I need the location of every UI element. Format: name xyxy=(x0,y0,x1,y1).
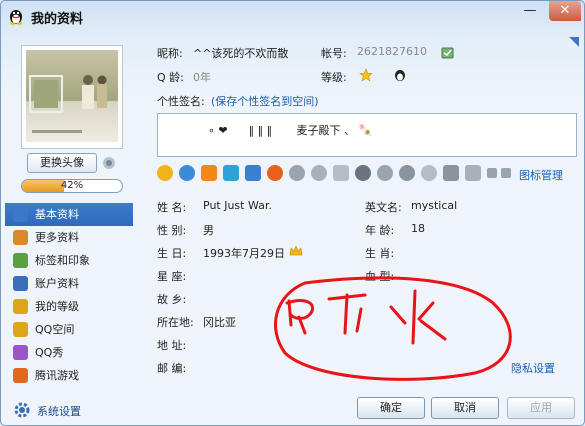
qq-music-icon[interactable] xyxy=(245,165,261,181)
sidebar-item-label: QQ秀 xyxy=(35,346,64,359)
signature-label: 个性签名: xyxy=(157,95,205,108)
sidebar-item-1[interactable]: 更多资料 xyxy=(5,226,133,249)
qzone-icon xyxy=(13,322,28,337)
location-label: 所在地: xyxy=(157,316,194,329)
save-signature-link[interactable]: (保存个性签名到空间) xyxy=(211,93,319,109)
qq-diamond-icon[interactable] xyxy=(421,165,437,181)
zip-label: 邮 编: xyxy=(157,362,187,375)
sidebar-item-5[interactable]: QQ空间 xyxy=(5,318,133,341)
birthday-label: 生 日: xyxy=(157,247,187,260)
profile-window: 我的资料 — ✕ 更换头像 42% 基本资料更多资料标签和印象账户资料我的等级 Q… xyxy=(0,0,585,426)
qq-mail-icon[interactable] xyxy=(201,165,217,181)
location-value[interactable]: 冈比亚 xyxy=(203,314,236,330)
qq-game-icon[interactable] xyxy=(267,165,283,181)
qq-pai-icon[interactable] xyxy=(399,165,415,181)
sidebar-item-label: QQ空间 xyxy=(35,323,75,336)
tag-icon xyxy=(13,253,28,268)
account-value: 2621827610 xyxy=(357,45,427,58)
crown-icon xyxy=(13,299,28,314)
star-icon[interactable] xyxy=(359,68,373,82)
scroll-left-icon[interactable] xyxy=(487,168,497,178)
sidebar-nav: 基本资料更多资料标签和印象账户资料我的等级 QQ空间 QQ秀腾讯游戏 xyxy=(5,203,133,387)
english-name-value[interactable]: mystical xyxy=(411,199,457,212)
sidebar-item-0[interactable]: 基本资料 xyxy=(5,203,133,226)
sidebar-item-label: 更多资料 xyxy=(35,231,79,244)
sidebar-item-2[interactable]: 标签和印象 xyxy=(5,249,133,272)
qq-chat-icon[interactable] xyxy=(311,165,327,181)
hometown-label: 故 乡: xyxy=(157,293,187,306)
cancel-button[interactable]: 取消 xyxy=(431,397,499,419)
qq-pet-icon[interactable] xyxy=(223,165,239,181)
privacy-settings-link[interactable]: 隐私设置 xyxy=(511,360,555,376)
nickname-value[interactable]: ^^该死的不欢而散 xyxy=(193,45,288,61)
sidebar-item-label: 腾讯游戏 xyxy=(35,369,79,382)
avatar[interactable] xyxy=(21,45,123,149)
qage-label: Q 龄: xyxy=(157,71,184,84)
crown-icon xyxy=(289,245,303,256)
qqshow-icon xyxy=(13,345,28,360)
penguin-level-icon[interactable] xyxy=(393,68,407,82)
gender-value[interactable]: 男 xyxy=(203,222,214,238)
profile-completion-bar: 42% xyxy=(21,179,123,193)
scroll-right-icon[interactable] xyxy=(501,168,511,178)
age-value[interactable]: 18 xyxy=(411,222,425,235)
blood-type-label: 血 型: xyxy=(365,270,395,283)
close-button[interactable]: ✕ xyxy=(549,1,581,21)
signature-box[interactable]: ∘ ❤ ‖ ‖ ‖ 麦子殿下 、 🍡 xyxy=(157,113,577,157)
sidebar-item-3[interactable]: 账户资料 xyxy=(5,272,133,295)
sidebar-item-label: 账户资料 xyxy=(35,277,79,290)
id-card-icon xyxy=(13,207,28,222)
completion-text: 42% xyxy=(60,180,84,191)
zodiac-label: 生 肖: xyxy=(365,247,395,260)
avatar-image xyxy=(26,50,118,142)
icon-manager-link[interactable]: 图标管理 xyxy=(519,167,563,183)
account-icon xyxy=(13,276,28,291)
camera-icon[interactable] xyxy=(101,155,117,171)
sidebar-item-4[interactable]: 我的等级 xyxy=(5,295,133,318)
birthday-value[interactable]: 1993年7月29日 xyxy=(203,245,285,261)
game-icon xyxy=(13,368,28,383)
apply-button[interactable]: 应用 xyxy=(507,397,575,419)
name-value[interactable]: Put Just War. xyxy=(203,199,272,212)
sidebar-item-label: 我的等级 xyxy=(35,300,79,313)
qq-safe-icon[interactable] xyxy=(443,165,459,181)
qq-penguin-icon xyxy=(10,10,22,25)
qage-value: 0年 xyxy=(193,71,211,84)
sidebar-item-6[interactable]: QQ秀 xyxy=(5,341,133,364)
change-avatar-button[interactable]: 更换头像 xyxy=(27,153,97,173)
qq-ball-icon[interactable] xyxy=(179,165,195,181)
nickname-label: 昵称: xyxy=(157,47,183,60)
ok-button[interactable]: 确定 xyxy=(357,397,425,419)
english-name-label: 英文名: xyxy=(365,201,402,214)
level-label: 等级: xyxy=(321,71,347,84)
signature-text: ∘ ❤ ‖ ‖ ‖ 麦子殿下 、 🍡 xyxy=(208,124,373,137)
age-label: 年 龄: xyxy=(365,224,395,237)
qq-penguin-icon[interactable] xyxy=(355,165,371,181)
qq-member-icon[interactable] xyxy=(157,165,173,181)
star-sign-label: 星 座: xyxy=(157,270,187,283)
profile-main: 昵称: ^^该死的不欢而散 帐号: 2621827610 Q 龄: 0年 等级:… xyxy=(147,35,579,393)
qq-mail2-icon[interactable] xyxy=(465,165,481,181)
gear-icon xyxy=(14,402,30,418)
titlebar: 我的资料 — ✕ xyxy=(1,1,584,31)
name-label: 姓 名: xyxy=(157,201,187,214)
sidebar-item-7[interactable]: 腾讯游戏 xyxy=(5,364,133,387)
gender-label: 性 别: xyxy=(157,224,187,237)
minimize-button[interactable]: — xyxy=(519,1,541,21)
sidebar-item-label: 标签和印象 xyxy=(35,254,90,267)
qq-disk-icon[interactable] xyxy=(377,165,393,181)
sidebar-item-label: 基本资料 xyxy=(35,208,79,221)
qq-love-icon[interactable] xyxy=(289,165,305,181)
copy-icon[interactable] xyxy=(441,46,455,60)
address-label: 地 址: xyxy=(157,339,187,352)
account-label: 帐号: xyxy=(321,47,347,60)
system-settings-label: 系统设置 xyxy=(37,405,81,418)
card-icon xyxy=(13,230,28,245)
qq-shield-icon[interactable] xyxy=(333,165,349,181)
window-title: 我的资料 xyxy=(31,12,84,27)
